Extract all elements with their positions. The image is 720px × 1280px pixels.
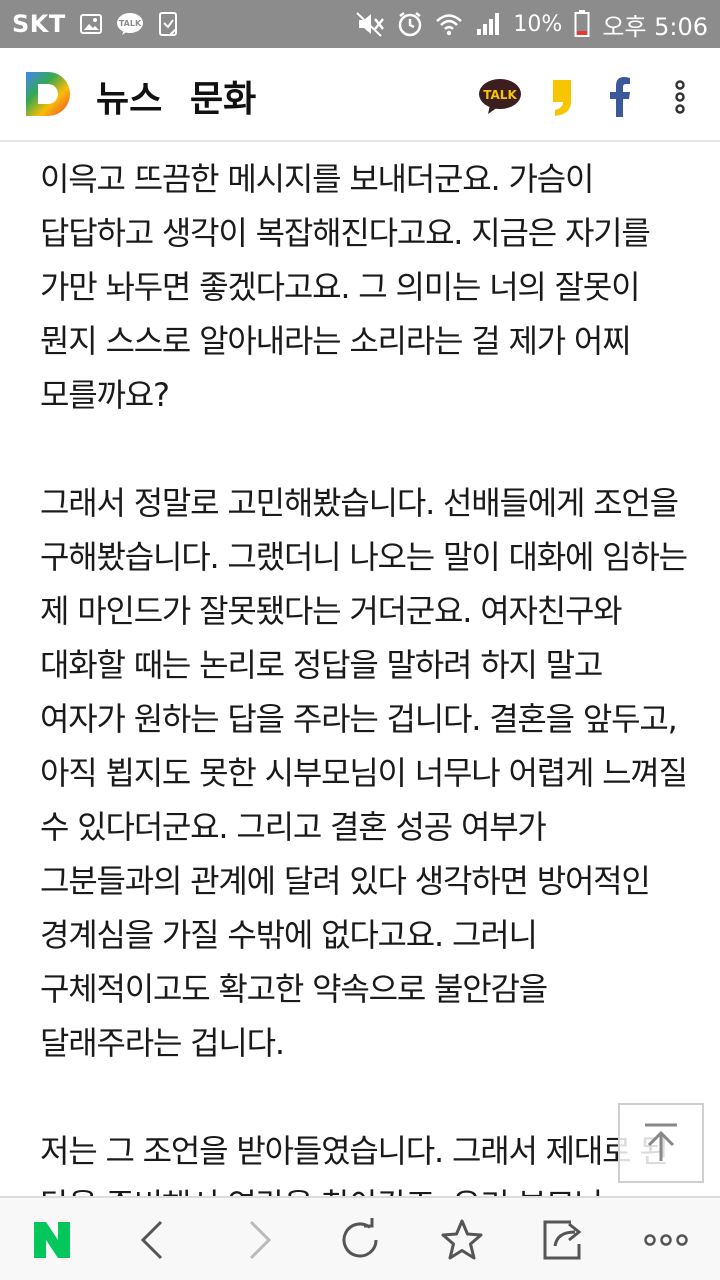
svg-text:TALK: TALK bbox=[119, 19, 142, 28]
clipboard-icon bbox=[158, 11, 180, 37]
forward-icon bbox=[249, 1220, 272, 1260]
forward-button[interactable] bbox=[230, 1210, 290, 1270]
naver-home-button[interactable] bbox=[22, 1210, 82, 1270]
nav-news[interactable]: 뉴스 bbox=[96, 70, 162, 122]
talk-badge-text: TALK bbox=[483, 88, 517, 102]
clock: 오후 5:06 bbox=[602, 12, 708, 41]
alarm-icon bbox=[397, 11, 423, 37]
refresh-icon bbox=[342, 1218, 378, 1258]
daum-logo[interactable] bbox=[24, 70, 72, 118]
kakaotalk-share-button[interactable]: TALK bbox=[478, 78, 522, 116]
scroll-top-button[interactable] bbox=[618, 1103, 704, 1183]
signal-icon bbox=[475, 11, 501, 37]
status-bar: SKT TALK 10% 오후 5:06 bbox=[0, 0, 720, 48]
back-icon bbox=[140, 1220, 163, 1260]
more-button[interactable] bbox=[636, 1210, 696, 1270]
facebook-share-icon bbox=[610, 77, 630, 117]
bookmark-star-icon bbox=[441, 1219, 483, 1260]
battery-icon bbox=[574, 10, 590, 38]
more-vertical-icon bbox=[675, 80, 685, 114]
mute-icon bbox=[355, 11, 385, 37]
battery-percent: 10% bbox=[513, 11, 563, 37]
share-button[interactable] bbox=[534, 1210, 594, 1270]
back-button[interactable] bbox=[122, 1210, 182, 1270]
kakaotalk-icon: TALK bbox=[116, 12, 144, 36]
refresh-button[interactable] bbox=[330, 1210, 390, 1270]
arrow-up-to-top-icon bbox=[645, 1123, 677, 1161]
facebook-share-button[interactable] bbox=[604, 76, 636, 118]
more-menu-button[interactable] bbox=[666, 76, 694, 118]
article-paragraph-1: 이윽고 뜨끔한 메시지를 보내더군요. 가슴이 답답하고 생각이 복잡해진다고요… bbox=[40, 160, 651, 414]
kakaostory-share-button[interactable] bbox=[548, 76, 578, 118]
share-icon bbox=[543, 1220, 582, 1260]
nav-culture[interactable]: 문화 bbox=[190, 70, 256, 122]
bottom-toolbar bbox=[0, 1196, 720, 1280]
status-right: 10% 오후 5:06 bbox=[355, 7, 708, 42]
naver-home-icon bbox=[34, 1222, 70, 1258]
status-left: SKT TALK bbox=[12, 10, 180, 38]
article-paragraph-2: 그래서 정말로 고민해봤습니다. 선배들에게 조언을 구해봤습니다. 그랬더니 … bbox=[40, 484, 688, 1062]
kakaostory-share-icon bbox=[553, 80, 571, 116]
gallery-icon bbox=[79, 13, 102, 35]
app-screen: SKT TALK 10% 오후 5:06 뉴스 문화 TALK 이윽고 뜨끔한 … bbox=[0, 0, 720, 1280]
kakaotalk-share-icon: TALK bbox=[479, 79, 521, 114]
carrier-name: SKT bbox=[12, 10, 66, 38]
article-body: 이윽고 뜨끔한 메시지를 보내더군요. 가슴이 답답하고 생각이 복잡해진다고요… bbox=[40, 152, 690, 1280]
app-header: 뉴스 문화 TALK bbox=[0, 48, 720, 142]
more-horizontal-icon bbox=[644, 1234, 688, 1246]
wifi-icon bbox=[435, 12, 463, 36]
bookmark-button[interactable] bbox=[432, 1210, 492, 1270]
